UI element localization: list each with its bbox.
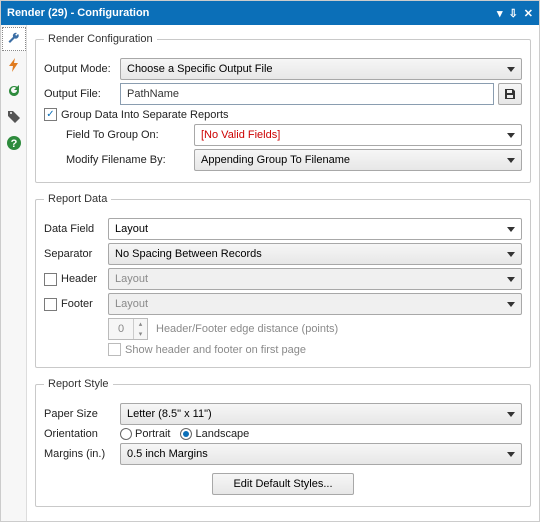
report-data-legend: Report Data <box>44 193 111 205</box>
sidebar: ? <box>1 25 27 521</box>
paper-size-combo[interactable]: Letter (8.5" x 11") <box>120 403 522 425</box>
edge-distance-label: Header/Footer edge distance (points) <box>156 323 338 335</box>
footer-combo: Layout <box>108 293 522 315</box>
modify-filename-label: Modify Filename By: <box>66 154 194 166</box>
margins-label: Margins (in.) <box>44 448 120 460</box>
separator-combo[interactable]: No Spacing Between Records <box>108 243 522 265</box>
header-checkbox[interactable] <box>44 273 57 286</box>
data-field-combo[interactable]: Layout <box>108 218 522 240</box>
output-mode-combo[interactable]: Choose a Specific Output File <box>120 58 522 80</box>
render-config-group: Render Configuration Output Mode: Choose… <box>35 33 531 183</box>
edge-distance-spinner: 0 ▴▾ <box>108 318 148 340</box>
field-group-combo[interactable]: [No Valid Fields] <box>194 124 522 146</box>
content-area: Render Configuration Output Mode: Choose… <box>27 25 539 521</box>
margins-combo[interactable]: 0.5 inch Margins <box>120 443 522 465</box>
portrait-radio[interactable] <box>120 428 132 440</box>
wrench-icon[interactable] <box>2 27 26 51</box>
help-icon[interactable]: ? <box>2 131 26 155</box>
group-data-label: Group Data Into Separate Reports <box>61 109 229 121</box>
refresh-icon[interactable] <box>2 79 26 103</box>
footer-checkbox[interactable] <box>44 298 57 311</box>
dropdown-icon[interactable]: ▾ <box>497 7 503 20</box>
titlebar: Render (29) - Configuration ▾ ⇩ ✕ <box>1 1 539 25</box>
modify-filename-combo[interactable]: Appending Group To Filename <box>194 149 522 171</box>
pin-icon[interactable]: ⇩ <box>509 7 518 20</box>
portrait-label: Portrait <box>135 428 170 440</box>
save-file-button[interactable] <box>498 83 522 105</box>
separator-label: Separator <box>44 248 108 260</box>
landscape-label: Landscape <box>195 428 249 440</box>
save-icon <box>503 87 517 101</box>
paper-size-label: Paper Size <box>44 408 120 420</box>
report-style-legend: Report Style <box>44 378 113 390</box>
header-label: Header <box>61 273 108 285</box>
footer-label: Footer <box>61 298 108 310</box>
output-file-input[interactable]: PathName <box>120 83 494 105</box>
render-config-legend: Render Configuration <box>44 33 157 45</box>
landscape-radio[interactable] <box>180 428 192 440</box>
show-hf-checkbox <box>108 343 121 356</box>
tag-icon[interactable] <box>2 105 26 129</box>
lightning-icon[interactable] <box>2 53 26 77</box>
group-data-checkbox[interactable]: ✓ <box>44 108 57 121</box>
output-mode-label: Output Mode: <box>44 63 120 75</box>
output-file-label: Output File: <box>44 88 120 100</box>
field-group-label: Field To Group On: <box>66 129 194 141</box>
close-icon[interactable]: ✕ <box>524 7 533 20</box>
svg-text:?: ? <box>10 138 17 150</box>
edit-default-styles-button[interactable]: Edit Default Styles... <box>212 473 353 495</box>
config-window: Render (29) - Configuration ▾ ⇩ ✕ ? <box>0 0 540 522</box>
show-hf-label: Show header and footer on first page <box>125 344 306 356</box>
report-data-group: Report Data Data Field Layout Separator … <box>35 193 531 368</box>
report-style-group: Report Style Paper Size Letter (8.5" x 1… <box>35 378 531 507</box>
orientation-label: Orientation <box>44 428 120 440</box>
header-combo: Layout <box>108 268 522 290</box>
spin-up: ▴ <box>133 319 147 329</box>
spin-down: ▾ <box>133 329 147 339</box>
data-field-label: Data Field <box>44 223 108 235</box>
window-title: Render (29) - Configuration <box>7 7 149 19</box>
